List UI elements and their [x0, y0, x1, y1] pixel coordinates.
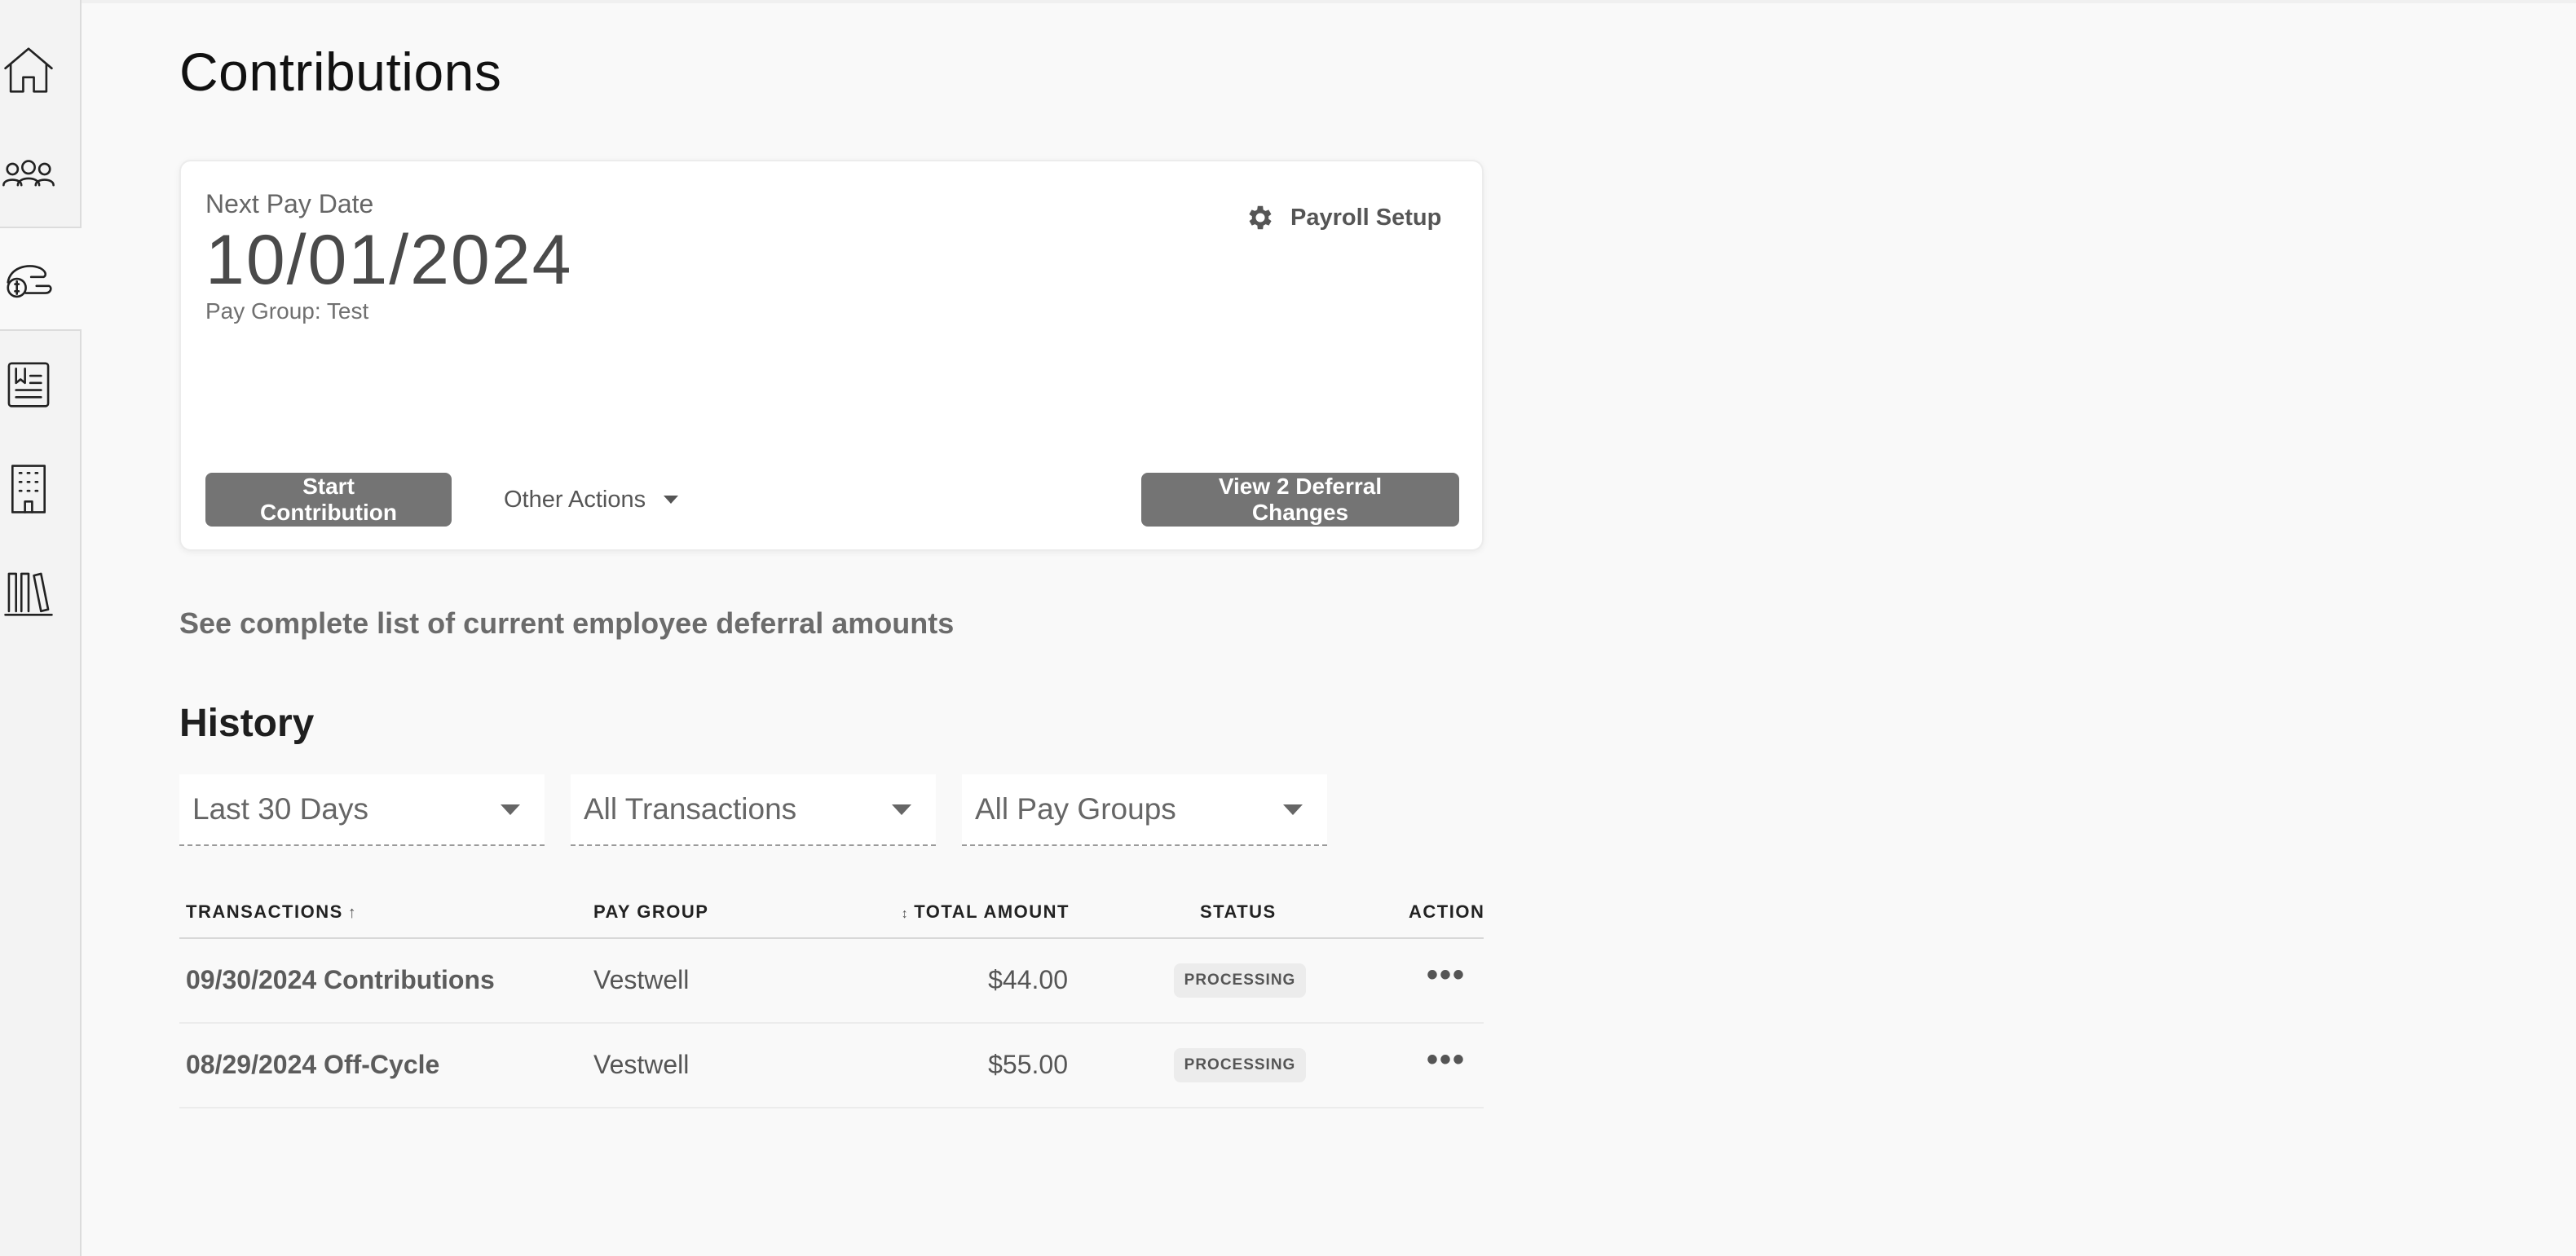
- other-actions-dropdown[interactable]: Other Actions: [504, 473, 679, 527]
- sort-ascending-icon: ↑: [347, 904, 358, 922]
- column-header-transactions-label: TRANSACTIONS: [186, 901, 343, 922]
- table-header: TRANSACTIONS ↑ PAY GROUP ↕ TOTAL AMOUNT ST…: [179, 890, 1484, 939]
- status-badge: PROCESSING: [1174, 1048, 1306, 1082]
- page-title: Contributions: [179, 42, 502, 102]
- total-amount-cell: $55.00: [988, 1050, 1068, 1079]
- transactions-filter-select[interactable]: All Transactions: [571, 774, 936, 846]
- home-icon: [4, 47, 53, 93]
- start-contribution-button[interactable]: Start Contribution: [205, 473, 452, 527]
- status-badge: PROCESSING: [1174, 963, 1306, 998]
- people-icon: [2, 160, 55, 187]
- total-amount-cell: $44.00: [988, 965, 1068, 994]
- caret-down-icon: [664, 496, 679, 504]
- transactions-filter-value: All Transactions: [584, 792, 797, 826]
- top-border: [0, 0, 2576, 3]
- sidebar-item-contributions[interactable]: [0, 227, 82, 331]
- document-icon: [7, 362, 50, 408]
- pay-groups-filter-select[interactable]: All Pay Groups: [962, 774, 1327, 846]
- table-row[interactable]: 09/30/2024 Contributions Vestwell $44.00…: [179, 939, 1484, 1024]
- view-deferral-changes-button[interactable]: View 2 Deferral Changes: [1141, 473, 1459, 527]
- column-header-action: ACTION: [1409, 901, 1485, 922]
- table-row[interactable]: 08/29/2024 Off-Cycle Vestwell $55.00 PRO…: [179, 1024, 1484, 1108]
- sidebar-item-library[interactable]: [0, 541, 80, 646]
- library-icon: [4, 572, 53, 616]
- sidebar-item-company[interactable]: [0, 437, 80, 541]
- period-filter-value: Last 30 Days: [192, 792, 368, 826]
- column-header-total-amount[interactable]: ↕ TOTAL AMOUNT: [902, 901, 1070, 923]
- column-header-status: STATUS: [1200, 901, 1277, 922]
- period-filter-select[interactable]: Last 30 Days: [179, 774, 545, 846]
- history-table: TRANSACTIONS ↑ PAY GROUP ↕ TOTAL AMOUNT ST…: [179, 890, 1484, 1108]
- transaction-name[interactable]: 08/29/2024 Off-Cycle: [186, 1050, 439, 1080]
- row-actions-menu-icon[interactable]: •••: [1427, 1042, 1466, 1078]
- pay-group-cell: Vestwell: [593, 965, 690, 994]
- building-icon: [11, 465, 46, 513]
- caret-down-icon: [1283, 804, 1303, 815]
- payroll-setup-label: Payroll Setup: [1290, 204, 1442, 231]
- pay-group-cell: Vestwell: [593, 1050, 690, 1079]
- sidebar-item-home[interactable]: [0, 18, 80, 122]
- caret-down-icon: [892, 804, 911, 815]
- next-pay-date-label: Next Pay Date: [205, 189, 374, 218]
- contributions-icon: [7, 265, 52, 298]
- other-actions-label: Other Actions: [504, 486, 646, 513]
- next-pay-date-value: 10/01/2024: [205, 221, 573, 299]
- payroll-setup-button[interactable]: Payroll Setup: [1245, 197, 1441, 238]
- pay-groups-filter-value: All Pay Groups: [975, 792, 1176, 826]
- caret-down-icon: [501, 804, 520, 815]
- sidebar: [0, 0, 82, 1256]
- deferral-amounts-link[interactable]: See complete list of current employee de…: [179, 606, 954, 641]
- sort-icon: ↕: [901, 907, 910, 921]
- gear-icon: [1249, 205, 1272, 230]
- sidebar-item-people[interactable]: [0, 122, 80, 227]
- transaction-name[interactable]: 09/30/2024 Contributions: [186, 965, 495, 995]
- next-pay-card: Next Pay Date 10/01/2024 Pay Group: Test…: [179, 160, 1484, 551]
- row-actions-menu-icon[interactable]: •••: [1427, 957, 1466, 994]
- sidebar-item-documents[interactable]: [0, 333, 80, 437]
- history-title: History: [179, 702, 315, 745]
- column-header-transactions[interactable]: TRANSACTIONS ↑: [186, 901, 357, 923]
- column-header-total-amount-label: TOTAL AMOUNT: [914, 901, 1070, 922]
- column-header-pay-group: PAY GROUP: [593, 901, 709, 922]
- pay-group-label: Pay Group: Test: [205, 298, 369, 324]
